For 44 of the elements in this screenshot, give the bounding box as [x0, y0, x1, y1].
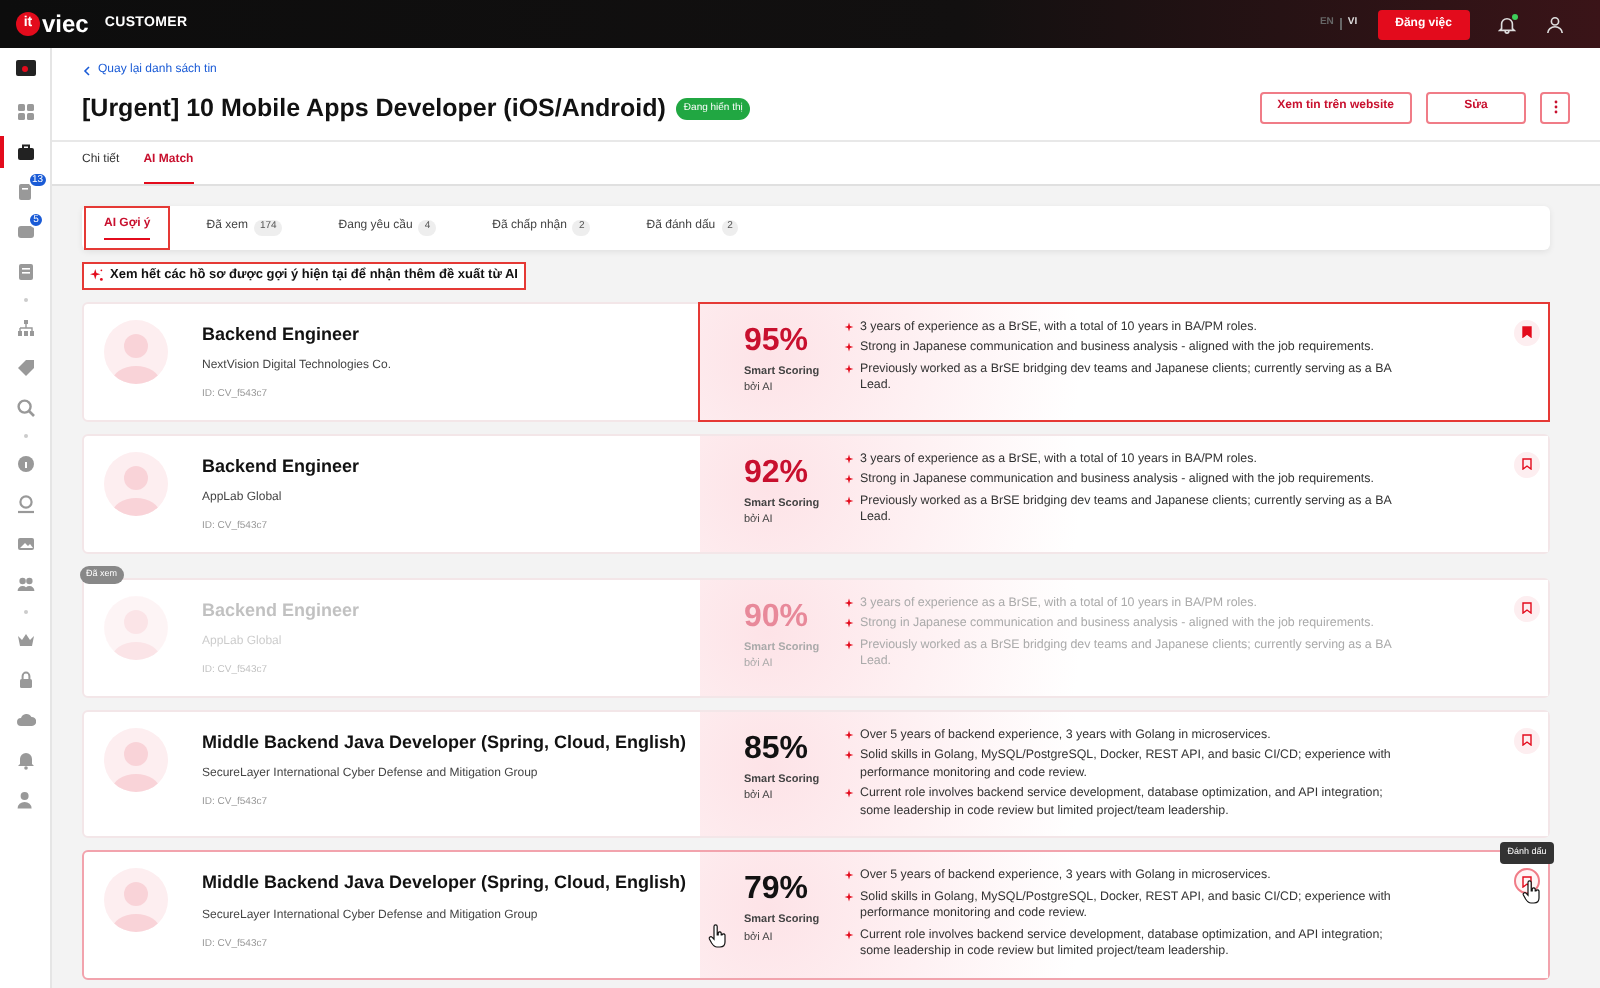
cloud-icon[interactable] — [15, 710, 35, 730]
document-icon[interactable] — [15, 262, 35, 282]
bookmark-icon — [1522, 458, 1532, 471]
image-icon[interactable] — [15, 534, 35, 554]
bookmark-icon — [1522, 602, 1532, 615]
match-score: 92% — [744, 457, 811, 490]
crown-icon[interactable] — [15, 630, 35, 650]
sparkle-icon — [844, 929, 854, 940]
avatar-icon — [104, 727, 168, 792]
avatar-icon — [104, 451, 168, 516]
match-score: 95% — [744, 325, 811, 358]
tag-icon[interactable] — [15, 358, 35, 378]
hierarchy-icon[interactable] — [15, 318, 35, 338]
chevron-left-icon — [82, 66, 92, 76]
search-icon[interactable] — [15, 398, 35, 418]
info-icon[interactable] — [15, 454, 35, 474]
candidate-title: Backend Engineer — [202, 597, 360, 624]
itviec-logo-icon — [15, 60, 35, 76]
hand-cursor-icon — [1522, 880, 1542, 905]
match-score: 79% — [744, 874, 811, 907]
more-button[interactable] — [1540, 91, 1570, 124]
candidate-title: Backend Engineer — [202, 453, 360, 480]
bell-icon[interactable] — [1498, 15, 1516, 33]
match-score: 85% — [744, 733, 811, 766]
bookmark-icon — [1522, 734, 1532, 747]
avatar-icon — [104, 595, 168, 660]
sparkle-icon — [90, 268, 104, 283]
user-icon[interactable] — [1546, 15, 1564, 33]
briefcase-icon[interactable] — [15, 142, 35, 162]
job-title: [Urgent] 10 Mobile Apps Developer (iOS/Android) — [82, 92, 666, 126]
bookmark-icon — [1522, 875, 1532, 888]
candidate-title: Middle Backend Java Developer (Spring, Cloud, English) — [202, 870, 687, 897]
avatar-icon — [104, 868, 168, 933]
lock-icon[interactable] — [15, 670, 35, 690]
candidate-title: Backend Engineer — [202, 321, 362, 348]
people-icon[interactable] — [15, 574, 35, 594]
hand-cursor-icon — [708, 924, 728, 949]
bookmark-icon — [1522, 326, 1532, 339]
sparkle-icon — [844, 788, 854, 799]
candidate-title: Middle Backend Java Developer (Spring, Cloud, English) — [202, 729, 687, 756]
avatar-icon — [104, 319, 168, 384]
grid-icon[interactable] — [15, 102, 35, 122]
match-score: 90% — [744, 601, 811, 634]
document-icon[interactable] — [15, 182, 35, 202]
